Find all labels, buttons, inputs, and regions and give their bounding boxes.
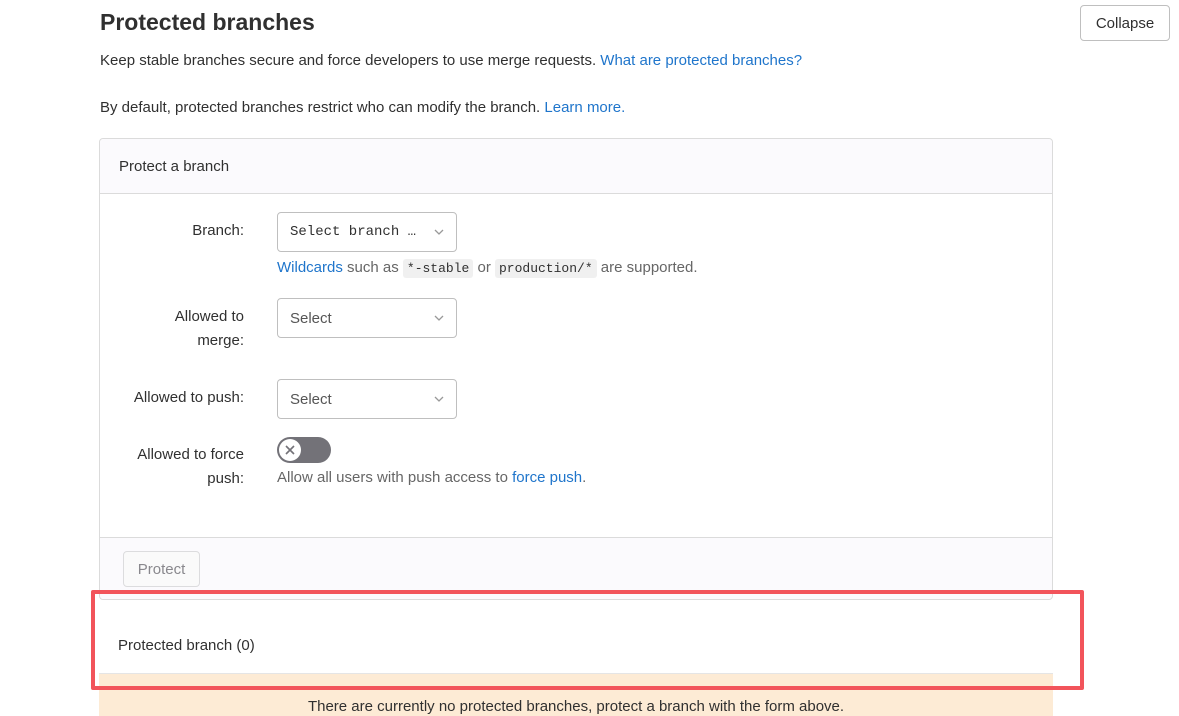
allowed-to-force-push-label: Allowed to force push: (137, 446, 244, 487)
protect-branch-panel: Protect a branch Branch: Select branch …… (99, 138, 1053, 600)
default-description: By default, protected branches restrict … (100, 99, 625, 116)
branch-label: Branch: (192, 222, 244, 239)
empty-state-message: There are currently no protected branche… (307, 698, 845, 715)
branch-select-value: Select branch … (290, 224, 417, 240)
allowed-to-push-label: Allowed to push: (133, 389, 244, 406)
close-icon (285, 445, 295, 455)
default-text: By default, protected branches restrict … (100, 99, 545, 116)
wildcards-help: Wildcards such as *-stable or production… (277, 259, 698, 278)
intro-description: Keep stable branches secure and force de… (100, 52, 802, 69)
force-push-help: Allow all users with push access to forc… (277, 469, 586, 486)
learn-more-link[interactable]: Learn more. (544, 99, 625, 116)
allowed-to-merge-select[interactable]: Select (277, 298, 457, 338)
wildcards-text-1: such as (342, 259, 403, 276)
allowed-to-push-value: Select (290, 390, 332, 408)
chevron-down-icon (434, 315, 444, 321)
wildcard-example-stable: *-stable (402, 259, 474, 278)
panel-header-title: Protect a branch (119, 158, 230, 175)
toggle-knob (279, 439, 301, 461)
collapse-button[interactable]: Collapse (1080, 5, 1170, 41)
allowed-to-merge-label: Allowed to merge: (174, 308, 244, 349)
chevron-down-icon (434, 396, 444, 402)
wildcards-text-2: or (473, 259, 495, 276)
chevron-down-icon (434, 229, 444, 235)
wildcards-link[interactable]: Wildcards (277, 259, 343, 276)
allowed-to-push-select[interactable]: Select (277, 379, 457, 419)
panel-header: Protect a branch (100, 139, 1052, 194)
wildcard-example-production: production/* (495, 259, 597, 278)
protect-button[interactable]: Protect (123, 551, 200, 587)
protected-branch-count-title: Protected branch (0) (118, 637, 255, 654)
empty-state-alert: There are currently no protected branche… (99, 674, 1053, 716)
intro-text: Keep stable branches secure and force de… (100, 52, 601, 69)
allowed-to-merge-value: Select (290, 309, 332, 327)
page-title: Protected branches (100, 9, 315, 35)
branch-select[interactable]: Select branch … (277, 212, 457, 252)
force-push-toggle[interactable] (277, 437, 331, 463)
force-push-link[interactable]: force push (512, 469, 582, 486)
what-are-protected-branches-link[interactable]: What are protected branches? (600, 52, 802, 69)
wildcards-text-3: are supported. (596, 259, 698, 276)
force-push-help-end: . (582, 469, 587, 486)
panel-footer: Protect (100, 537, 1052, 599)
force-push-help-text: Allow all users with push access to (277, 469, 513, 486)
